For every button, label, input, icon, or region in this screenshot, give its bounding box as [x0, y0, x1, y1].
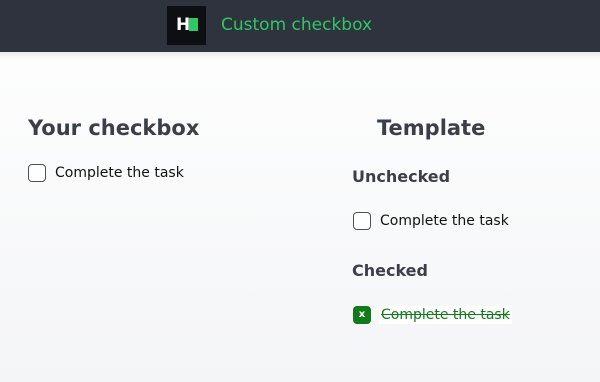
checked-subheading: Checked [352, 261, 428, 280]
hackerrank-logo[interactable]: H [167, 6, 206, 45]
your-checkbox-heading: Your checkbox [28, 116, 200, 140]
logo-square-icon [189, 18, 198, 31]
template-checked-row[interactable]: x Complete the task [353, 306, 512, 324]
app-title: Custom checkbox [221, 15, 373, 35]
template-unchecked-row[interactable]: Complete the task [353, 212, 509, 230]
template-checked-label[interactable]: Complete the task [379, 306, 512, 324]
template-heading: Template [377, 116, 486, 140]
template-unchecked-checkbox[interactable] [353, 212, 371, 230]
your-checkbox-row[interactable]: Complete the task [28, 164, 184, 182]
your-checkbox-label[interactable]: Complete the task [55, 164, 184, 182]
header-shadow [0, 52, 600, 60]
template-unchecked-label[interactable]: Complete the task [380, 212, 509, 230]
unchecked-subheading: Unchecked [352, 167, 451, 186]
template-checked-checkbox[interactable]: x [353, 306, 371, 324]
your-checkbox[interactable] [28, 164, 46, 182]
top-bar: H Custom checkbox [0, 0, 600, 52]
